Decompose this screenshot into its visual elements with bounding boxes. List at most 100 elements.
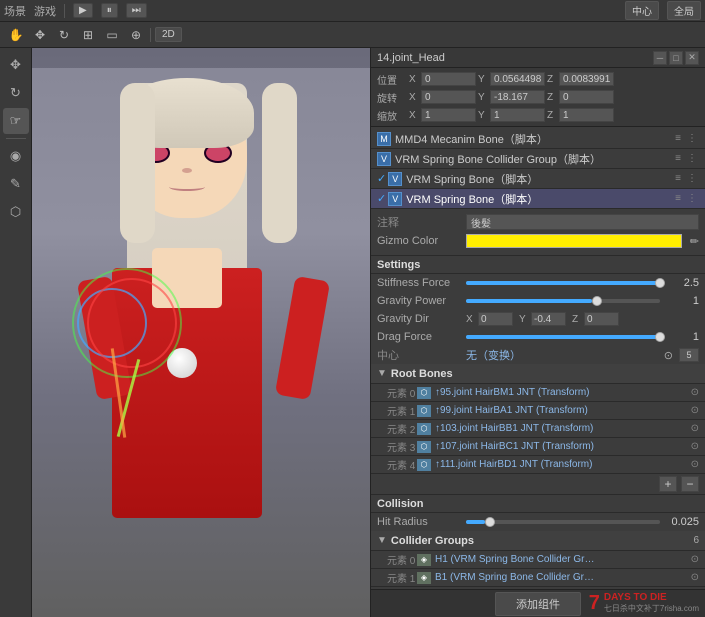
pos-x-input[interactable] [421, 72, 476, 86]
settings-title: Settings [371, 256, 705, 274]
game-tab[interactable]: 游戏 [34, 3, 56, 19]
bone-add-button[interactable]: + [659, 476, 677, 492]
bone-item-0[interactable]: 元素 0 ⬡ ↑95.joint HairBM1 JNT (Transform)… [371, 384, 705, 402]
inspector-header: 14.joint_Head ─ □ ✕ [371, 48, 705, 68]
minimize-button[interactable]: ─ [653, 51, 667, 65]
gizmo-pencil-icon[interactable]: ✏ [690, 235, 699, 248]
bone-item-1[interactable]: 元素 1 ⬡ ↑99.joint HairBA1 JNT (Transform)… [371, 402, 705, 420]
pause-button[interactable]: ⏸ [101, 3, 118, 18]
play-button[interactable]: ▶ [73, 3, 93, 18]
mesh-handle[interactable]: ⬡ [3, 199, 29, 225]
bone-item-2[interactable]: 元素 2 ⬡ ↑103.joint HairBB1 JNT (Transform… [371, 420, 705, 438]
rot-y-input[interactable] [490, 90, 545, 104]
collider-value-0: H1 (VRM Spring Bone Collider Gr… [435, 554, 691, 565]
vrm-spring-active-more-btn[interactable]: ⋮ [685, 193, 699, 204]
viewport[interactable]: ✥ ↻ ☞ ◉ ✎ ⬡ [0, 48, 370, 617]
rotate-handle[interactable]: ↻ [3, 80, 29, 106]
root-bones-header[interactable]: ▼ Root Bones [371, 364, 705, 384]
center-count[interactable]: 5 [679, 348, 699, 362]
gravity-x-input[interactable] [478, 312, 513, 326]
vrm-spring1-more-btn[interactable]: ⋮ [685, 173, 699, 184]
vrm-spring1-settings-btn[interactable]: ≡ [673, 173, 683, 184]
component-vrm-collider[interactable]: V VRM Spring Bone Collider Group（脚本） ≡ ⋮ [371, 149, 705, 169]
hit-radius-fill [466, 520, 485, 524]
collider-item-0[interactable]: 元素 0 ◈ H1 (VRM Spring Bone Collider Gr… … [371, 551, 705, 569]
mode-2d-tag[interactable]: 2D [155, 27, 182, 42]
gizmo-color-row: Gizmo Color ✏ [377, 232, 699, 250]
move-handle[interactable]: ✥ [3, 52, 29, 78]
collider-item-1[interactable]: 元素 1 ◈ B1 (VRM Spring Bone Collider Gr… … [371, 569, 705, 587]
collider-index-0: 元素 0 [387, 552, 417, 567]
transform-tool-button[interactable]: ⊕ [126, 25, 146, 45]
gizmo-color-swatch[interactable] [466, 234, 682, 248]
collider-action-1[interactable]: ⊙ [691, 572, 699, 583]
center-row: 中心 无（变换） ⊙ 5 [371, 346, 705, 364]
watermark-main: DAYS TO DIE [604, 592, 699, 604]
vrm-spring-active-settings-btn[interactable]: ≡ [673, 193, 683, 204]
bone-remove-button[interactable]: − [681, 476, 699, 492]
root-bones-title: Root Bones [391, 368, 699, 380]
component-mmd4[interactable]: M MMD4 Mecanim Bone（脚本） ≡ ⋮ [371, 129, 705, 149]
rot-z-input[interactable] [559, 90, 614, 104]
close-button[interactable]: ✕ [685, 51, 699, 65]
gravity-z-input[interactable] [584, 312, 619, 326]
scale-z-input[interactable] [559, 108, 614, 122]
scale-x-input[interactable] [421, 108, 476, 122]
drag-force-thumb [655, 332, 665, 342]
component-vrm-spring-1[interactable]: ✓ V VRM Spring Bone（脚本） ≡ ⋮ [371, 169, 705, 189]
add-component-button[interactable]: 添加组件 [495, 592, 581, 616]
comment-input[interactable] [466, 214, 699, 230]
collider-icon-0: ◈ [417, 554, 431, 566]
rect-tool-button[interactable]: ▭ [102, 25, 122, 45]
vrm-collider-more-btn[interactable]: ⋮ [685, 153, 699, 164]
bone-action-3[interactable]: ⊙ [691, 441, 699, 452]
drag-force-track[interactable] [466, 335, 660, 339]
collider-groups-header[interactable]: ▼ Collider Groups 6 [371, 531, 705, 551]
top-toolbar: 场景 游戏 ▶ ⏸ ⏭ 中心 全局 [0, 0, 705, 22]
vrm-collider-settings: ≡ ⋮ [673, 153, 699, 164]
component-vrm-spring-active[interactable]: ✓ V VRM Spring Bone（脚本） ≡ ⋮ [371, 189, 705, 209]
stiffness-row: Stiffness Force 2.5 [371, 274, 705, 292]
mmd4-settings-btn[interactable]: ≡ [673, 133, 683, 144]
select-handle[interactable]: ☞ [3, 108, 29, 134]
comment-row: 注释 [377, 213, 699, 231]
rot-x-input[interactable] [421, 90, 476, 104]
gravity-dir-row: Gravity Dir X Y Z [371, 310, 705, 328]
global-tag[interactable]: 全局 [667, 1, 701, 20]
tool-separator [6, 138, 26, 139]
center-extra-icon[interactable]: ⊙ [664, 349, 673, 362]
bone-value-2: ↑103.joint HairBB1 JNT (Transform) [435, 423, 691, 434]
stiffness-track[interactable] [466, 281, 660, 285]
bone-action-4[interactable]: ⊙ [691, 459, 699, 470]
bone-action-1[interactable]: ⊙ [691, 405, 699, 416]
collider-action-0[interactable]: ⊙ [691, 554, 699, 565]
scale-label: 缩放 [377, 108, 405, 123]
pos-z-input[interactable] [559, 72, 614, 86]
bone-item-3[interactable]: 元素 3 ⬡ ↑107.joint HairBC1 JNT (Transform… [371, 438, 705, 456]
move-tool-button[interactable]: ✥ [30, 25, 50, 45]
vrm-collider-settings-btn[interactable]: ≡ [673, 153, 683, 164]
hand-tool-button[interactable]: ✋ [6, 25, 26, 45]
scale-y-input[interactable] [490, 108, 545, 122]
brush-handle[interactable]: ✎ [3, 171, 29, 197]
view-handle[interactable]: ◉ [3, 143, 29, 169]
rotate-tool-button[interactable]: ↻ [54, 25, 74, 45]
gravity-y-input[interactable] [531, 312, 566, 326]
mmd4-more-btn[interactable]: ⋮ [685, 133, 699, 144]
inspector-controls: ─ □ ✕ [653, 51, 699, 65]
step-button[interactable]: ⏭ [126, 3, 147, 18]
scale-tool-button[interactable]: ⊞ [78, 25, 98, 45]
bone-item-4[interactable]: 元素 4 ⬡ ↑111.joint HairBD1 JNT (Transform… [371, 456, 705, 474]
x-label-scale: X [409, 110, 419, 121]
hit-radius-row: Hit Radius 0.025 [371, 513, 705, 531]
vrm-collider-title: VRM Spring Bone Collider Group（脚本） [395, 151, 673, 167]
gizmo-color-wrapper [466, 234, 682, 248]
hit-radius-track[interactable] [466, 520, 660, 524]
gravity-power-track[interactable] [466, 299, 660, 303]
pos-y-input[interactable] [490, 72, 545, 86]
scene-tab[interactable]: 场景 [4, 3, 26, 19]
maximize-button[interactable]: □ [669, 51, 683, 65]
bone-action-0[interactable]: ⊙ [691, 387, 699, 398]
bone-action-2[interactable]: ⊙ [691, 423, 699, 434]
center-tag[interactable]: 中心 [625, 1, 659, 20]
